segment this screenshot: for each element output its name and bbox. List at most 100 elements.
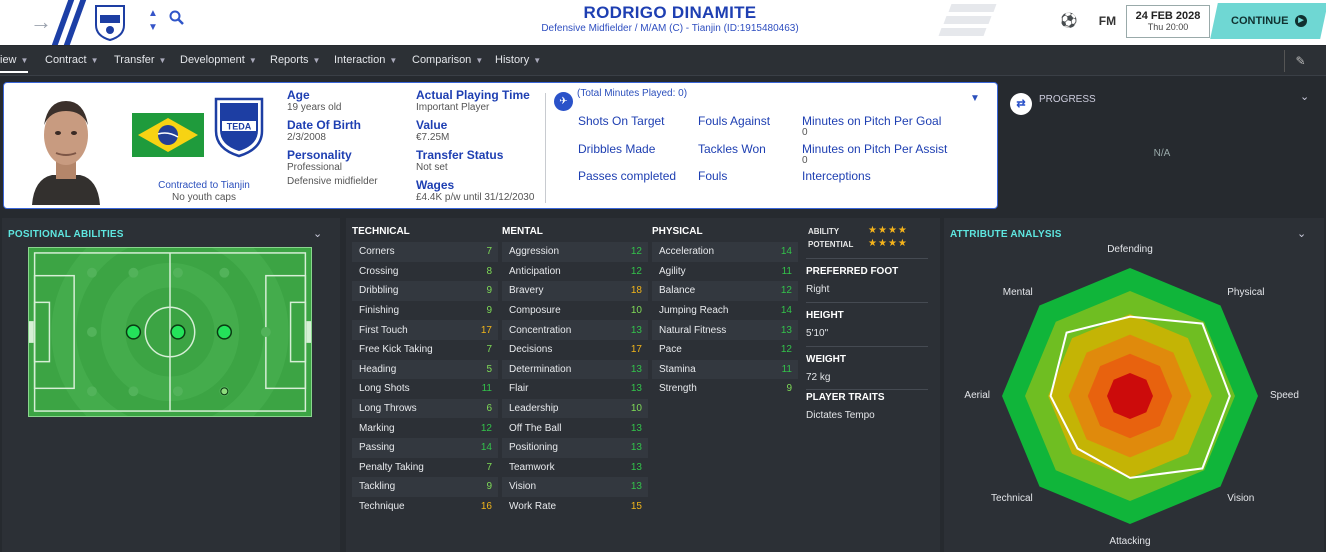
stat-min-per-goal-value: 0: [802, 127, 808, 138]
attribute-value: 18: [630, 285, 642, 297]
tab-transfer[interactable]: Transfer ▼: [114, 54, 166, 66]
attribute-row-physical[interactable]: Stamina 11: [652, 359, 798, 380]
attribute-row-mental[interactable]: Decisions 17: [502, 340, 648, 360]
fm-label[interactable]: FM: [1099, 14, 1116, 28]
tab-contract[interactable]: Contract ▼: [45, 54, 99, 66]
attribute-row-technical[interactable]: Corners 7: [352, 242, 498, 262]
attribute-row-technical[interactable]: Long Shots 11: [352, 379, 498, 399]
attribute-row-technical[interactable]: Penalty Taking 7: [352, 457, 498, 478]
attribute-row-technical[interactable]: Long Throws 6: [352, 398, 498, 419]
attribute-row-technical[interactable]: Passing 14: [352, 438, 498, 458]
chevron-down-icon[interactable]: ▼: [970, 93, 980, 104]
attribute-row-mental[interactable]: Aggression 12: [502, 242, 648, 262]
attribute-row-technical[interactable]: Tackling 9: [352, 477, 498, 497]
player-subtitle[interactable]: Defensive Midfielder / M/AM (C) - Tianji…: [400, 23, 940, 34]
back-arrow-icon[interactable]: →: [30, 9, 52, 35]
chevron-down-icon[interactable]: ⌄: [313, 227, 322, 240]
chevron-down-icon[interactable]: ⌄: [1300, 90, 1309, 103]
attribute-row-technical[interactable]: Finishing 9: [352, 300, 498, 321]
stat-fouls-against: Fouls Against: [698, 114, 771, 128]
attribute-row-mental[interactable]: Determination 13: [502, 359, 648, 380]
ball-icon[interactable]: ⚽: [1060, 12, 1077, 28]
attribute-row-physical[interactable]: Strength 9: [652, 379, 798, 399]
edit-pencil-icon[interactable]: ✎: [1284, 50, 1316, 72]
star-icon: ★: [877, 238, 888, 249]
attribute-row-physical[interactable]: Pace 12: [652, 340, 798, 360]
attribute-row-technical[interactable]: Technique 16: [352, 496, 498, 517]
weight-label: WEIGHT: [806, 354, 846, 365]
attribute-name: Dribbling: [359, 285, 399, 297]
attribute-name: Leadership: [509, 403, 559, 415]
attribute-value: 7: [486, 344, 492, 356]
radar-label: Technical: [991, 493, 1033, 505]
attribute-row-mental[interactable]: Anticipation 12: [502, 261, 648, 282]
pitch-diagram[interactable]: [28, 247, 312, 417]
attribute-row-mental[interactable]: Concentration 13: [502, 320, 648, 340]
star-icon: ★: [868, 225, 878, 236]
contracted-to[interactable]: Contracted to Tianjin: [134, 180, 274, 192]
club-crest-icon[interactable]: [93, 3, 127, 41]
attribute-row-mental[interactable]: Bravery 18: [502, 281, 648, 301]
attribute-row-technical[interactable]: Free Kick Taking 7: [352, 340, 498, 360]
attribute-row-physical[interactable]: Balance 12: [652, 281, 798, 301]
attribute-row-mental[interactable]: Teamwork 13: [502, 457, 648, 478]
attribute-row-physical[interactable]: Natural Fitness 13: [652, 320, 798, 340]
radar-ring: [1107, 373, 1153, 419]
attribute-name: First Touch: [359, 324, 408, 336]
attribute-value: 9: [486, 285, 492, 297]
tab-reports[interactable]: Reports ▼: [270, 54, 320, 66]
chevron-down-icon[interactable]: ⌄: [1297, 227, 1306, 240]
tab-history[interactable]: History ▼: [495, 54, 541, 66]
attribute-name: Aggression: [509, 246, 560, 258]
attribute-value: 5: [486, 363, 492, 375]
attribute-value: 11: [781, 363, 792, 375]
dob-value: 2/3/2008: [287, 132, 326, 143]
player-switch-arrows-icon[interactable]: ▲ ▼: [148, 7, 158, 35]
attribute-value: 13: [630, 324, 642, 336]
attribute-value: 9: [486, 481, 492, 493]
tab-overview[interactable]: iew ▼: [0, 54, 29, 73]
stat-tackles-won: Tackles Won: [698, 142, 766, 156]
attribute-row-technical[interactable]: Marking 12: [352, 418, 498, 438]
attribute-row-technical[interactable]: Heading 5: [352, 359, 498, 380]
attribute-name: Agility: [659, 265, 686, 277]
divider: [545, 93, 546, 203]
attribute-row-physical[interactable]: Acceleration 14: [652, 242, 798, 262]
attribute-value: 15: [630, 501, 642, 513]
attribute-row-mental[interactable]: Work Rate 15: [502, 496, 648, 517]
player-traits-label: PLAYER TRAITS: [806, 392, 885, 403]
radar-label: Defending: [1107, 244, 1153, 255]
attribute-row-technical[interactable]: Crossing 8: [352, 261, 498, 282]
progress-panel: ⇄ PROGRESS ⌄ N/A: [1002, 82, 1322, 209]
stat-passes-completed: Passes completed: [578, 169, 677, 183]
attribute-row-mental[interactable]: Positioning 13: [502, 438, 648, 458]
deco-stripe: [938, 28, 987, 36]
attribute-row-mental[interactable]: Leadership 10: [502, 398, 648, 419]
attribute-name: Marking: [359, 422, 395, 434]
attribute-row-technical[interactable]: First Touch 17: [352, 320, 498, 340]
attribute-name: Teamwork: [509, 461, 555, 473]
fm-menu[interactable]: ⚽ FM: [1060, 12, 1116, 29]
tab-development[interactable]: Development ▼: [180, 54, 257, 66]
attribute-row-mental[interactable]: Off The Ball 13: [502, 418, 648, 438]
attribute-row-technical[interactable]: Dribbling 9: [352, 281, 498, 301]
tab-interaction[interactable]: Interaction ▼: [334, 54, 397, 66]
continue-button[interactable]: CONTINUE ▶: [1210, 3, 1326, 39]
club-crest-large-icon[interactable]: TEDA: [213, 96, 265, 158]
player-trait[interactable]: Dictates Tempo: [806, 410, 875, 421]
tab-comparison[interactable]: Comparison ▼: [412, 54, 483, 66]
attribute-name: Long Shots: [359, 383, 410, 395]
playing-time-field: Actual Playing Time Important Player: [416, 88, 530, 114]
attribute-row-mental[interactable]: Flair 13: [502, 379, 648, 399]
age-label: Age: [287, 88, 310, 102]
nationality-flag[interactable]: [132, 113, 204, 157]
search-icon[interactable]: [169, 10, 185, 26]
attribute-value: 13: [630, 481, 642, 493]
attribute-row-physical[interactable]: Agility 11: [652, 261, 798, 282]
attribute-row-mental[interactable]: Vision 13: [502, 477, 648, 497]
date-box[interactable]: 24 FEB 2028 Thu 20:00: [1126, 5, 1210, 38]
analysis-title: ATTRIBUTE ANALYSIS: [950, 229, 1062, 240]
attribute-row-mental[interactable]: Composure 10: [502, 300, 648, 321]
attribute-row-physical[interactable]: Jumping Reach 14: [652, 300, 798, 321]
positional-title: POSITIONAL ABILITIES: [8, 229, 124, 240]
